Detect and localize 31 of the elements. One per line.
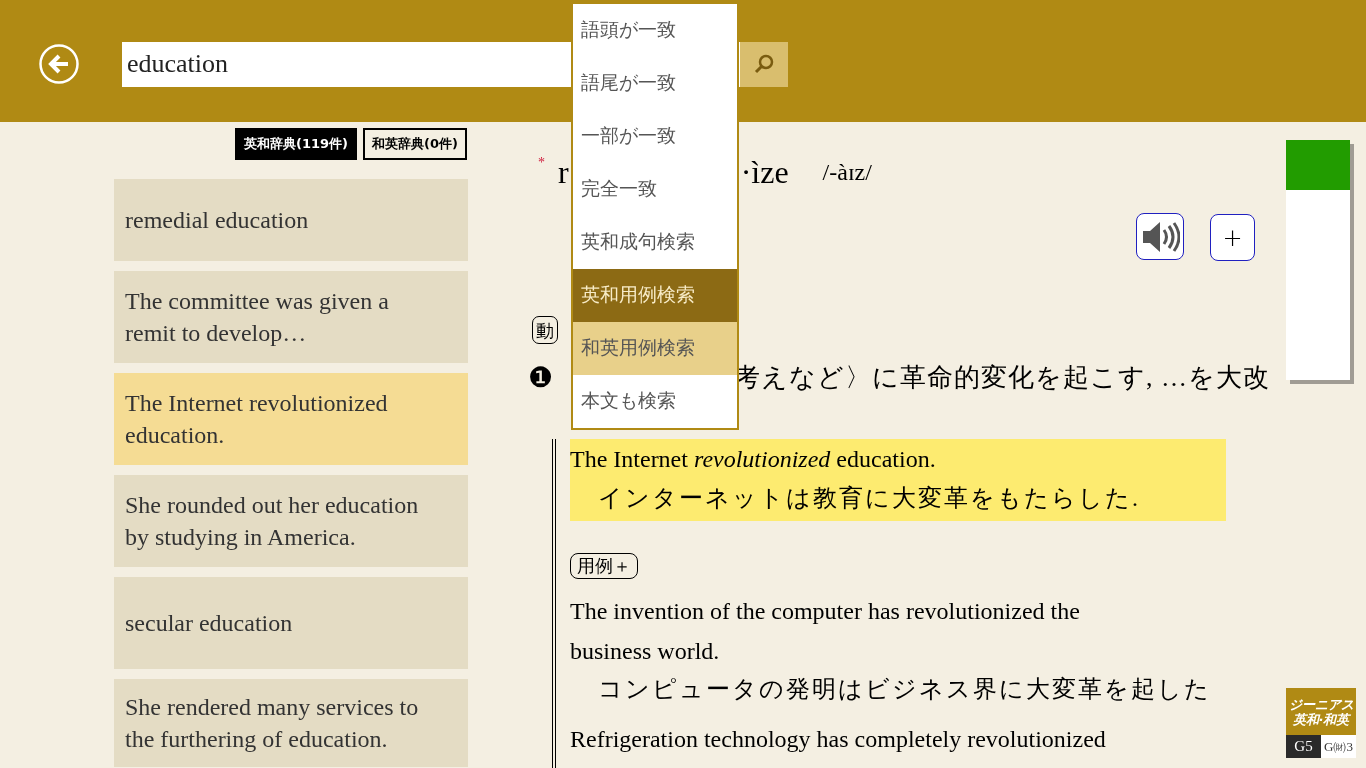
logo-label: G㈶3 [1321,735,1356,758]
result-item[interactable]: remedial education [114,179,468,261]
result-item[interactable]: The Internet revolutionized education. [114,373,468,465]
headword-fragment: ·ìze [740,153,789,192]
more-examples-button[interactable]: 用例＋ [570,553,638,579]
logo-label: G5 [1286,735,1321,758]
part-of-speech-label: 動 [532,316,558,344]
pronunciation: /-àɪz/ [822,158,872,187]
dictionary-tab[interactable]: 英和辞典(119件) [235,128,358,160]
back-icon[interactable] [39,44,79,84]
result-item[interactable]: She rounded out her education by studying in America. [114,475,468,567]
result-item[interactable]: secular education [114,577,468,669]
sense-number: ❶ [528,363,553,392]
search-button[interactable] [740,41,788,87]
speaker-button[interactable] [1136,213,1184,260]
asterisk-mark: * [538,154,545,172]
example-translation: コンピュータの発明はビジネス界に大変革を起した [598,675,1212,704]
result-item[interactable]: The committee was given a remit to develop… [114,271,468,363]
menu-item[interactable]: 和英用例検索 [573,322,737,375]
result-item[interactable]: She rendered many services to the furthering of education. [114,679,468,767]
menu-item[interactable]: 英和用例検索 [573,269,737,322]
example-translation: インターネットは教育に大変革をもたらした. [598,484,1141,513]
headword-fragment: r [558,153,569,192]
panel-header [1286,140,1350,190]
logo-title: ジーニアス英和·和英 [1286,688,1356,735]
dictionary-tab[interactable]: 和英辞典(0件) [363,128,467,160]
example-sentence: Refrigeration technology has completely revolutionized [570,725,1107,754]
search-icon [752,52,776,76]
example-sentence: The invention of the computer has revolutionized the business world. [570,597,1081,666]
add-button[interactable]: + [1210,214,1255,261]
example-sentence: The Internet revolutionized education. [570,445,937,474]
